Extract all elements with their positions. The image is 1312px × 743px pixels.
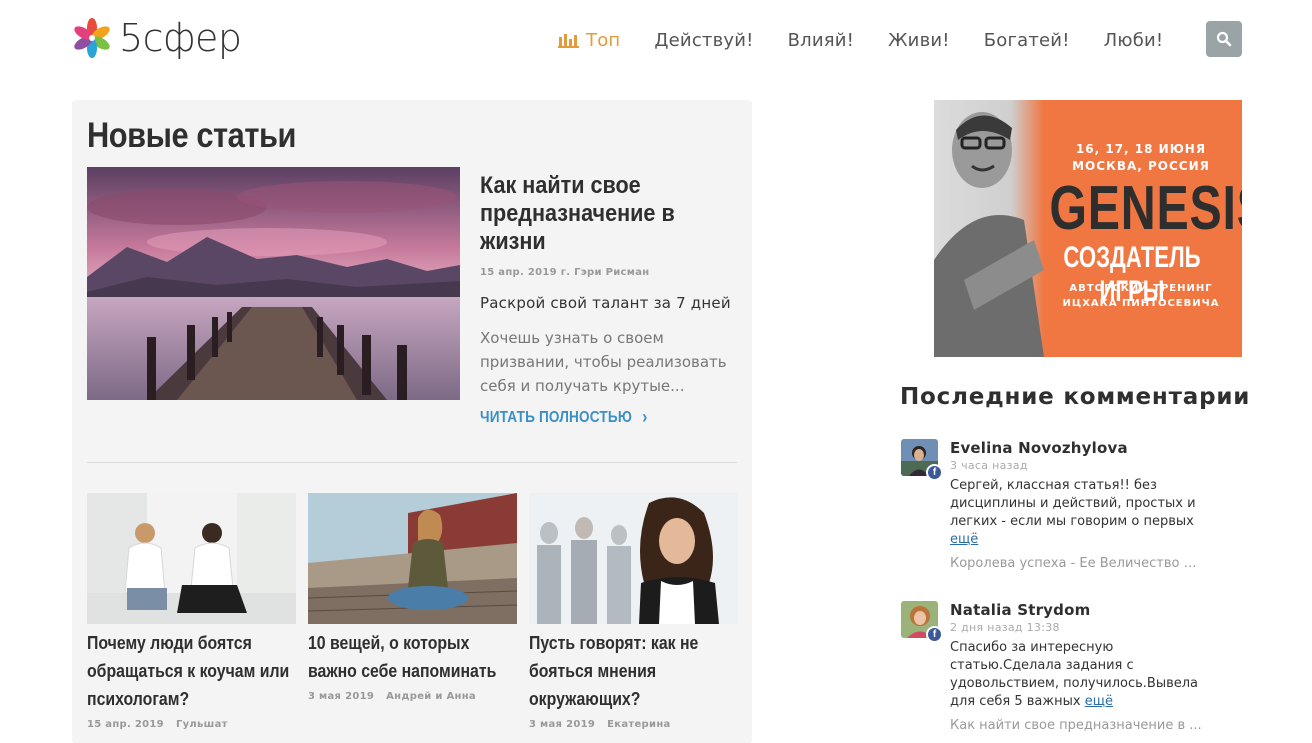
article-card-title[interactable]: Почему люди боятся обращаться к коучам и… <box>87 629 289 713</box>
article-card-meta: 3 мая 2019 Андрей и Анна <box>308 691 517 702</box>
flower-logo-icon <box>74 18 110 58</box>
article-card-date: 15 апр. 2019 <box>87 719 164 730</box>
ad-headline: GENESIS <box>1049 174 1242 243</box>
ad-banner[interactable]: 16, 17, 18 ИЮНЯ МОСКВА, РОССИЯ GENESIS С… <box>934 100 1242 357</box>
chevron-right-icon: › <box>642 407 648 427</box>
nav-item-live[interactable]: Живи! <box>888 30 950 51</box>
nav-item-wealth[interactable]: Богатей! <box>984 30 1070 51</box>
comment-text: Спасибо за интересную статью.Сделала зад… <box>950 639 1212 711</box>
nav-item-influence[interactable]: Влияй! <box>788 30 855 51</box>
comment-source-link[interactable]: Королева успеха - Ее Величество Д... <box>950 556 1202 571</box>
main-nav: Топ Действуй! Влияй! Живи! Богатей! Люби… <box>558 26 1197 54</box>
featured-article-author[interactable]: Гэри Рисман <box>574 267 649 278</box>
comment-text: Сергей, классная статья!! без дисциплины… <box>950 477 1212 549</box>
search-icon <box>1216 31 1232 47</box>
read-more-label: ЧИТАТЬ ПОЛНОСТЬЮ <box>480 408 633 426</box>
article-card-title[interactable]: 10 вещей, о которых важно себе напоминат… <box>308 629 510 685</box>
article-card-author[interactable]: Гульшат <box>176 719 228 730</box>
featured-article-excerpt: Хочешь узнать о своем призвании, чтобы р… <box>480 329 727 395</box>
article-card-date: 3 мая 2019 <box>529 719 596 730</box>
article-card-author[interactable]: Андрей и Анна <box>386 691 476 702</box>
featured-article-meta: 15 апр. 2019 г. Гэри Рисман <box>480 267 649 278</box>
nav-item-act[interactable]: Действуй! <box>654 30 753 51</box>
article-card-image[interactable] <box>529 493 738 624</box>
featured-article-subtitle: Раскрой свой талант за 7 дней <box>480 294 731 312</box>
ad-date: 16, 17, 18 ИЮНЯ МОСКВА, РОССИЯ <box>1046 141 1236 175</box>
site-header: 5сфер Топ Действуй! Влияй! Живи! Богатей… <box>0 0 1312 80</box>
comments-title: Последние комментарии <box>900 384 1251 410</box>
comment-body: Evelina Novozhylova 3 часа назад Сергей,… <box>950 439 1212 571</box>
comment-more-link[interactable]: ещё <box>1085 694 1113 709</box>
comment-author[interactable]: Natalia Strydom <box>950 601 1212 619</box>
article-card-meta: 3 мая 2019 Екатерина <box>529 719 738 730</box>
ad-author: АВТОРСКИЙ ТРЕНИНГ ИЦХАКА ПИНТОСЕВИЧА <box>1046 281 1236 311</box>
comment-source-link[interactable]: Как найти свое предназначение в ... <box>950 718 1202 733</box>
facebook-icon: f <box>926 626 943 643</box>
article-card-title[interactable]: Пусть говорят: как не бояться мнения окр… <box>529 629 731 713</box>
article-card-author[interactable]: Екатерина <box>607 719 670 730</box>
section-title: Новые статьи <box>87 116 296 155</box>
article-card[interactable]: Пусть говорят: как не бояться мнения окр… <box>529 493 738 730</box>
article-card[interactable]: 10 вещей, о которых важно себе напоминат… <box>308 493 517 702</box>
comment-author[interactable]: Evelina Novozhylova <box>950 439 1212 457</box>
bar-chart-icon <box>558 33 579 48</box>
comment-text-body: Сергей, классная статья!! без дисциплины… <box>950 478 1196 529</box>
featured-article-title[interactable]: Как найти свое предназначение в жизни <box>480 172 714 256</box>
article-card-meta: 15 апр. 2019 Гульшат <box>87 719 296 730</box>
comment-more-link[interactable]: ещё <box>950 532 978 547</box>
nav-item-label: Топ <box>586 29 621 51</box>
divider <box>87 462 737 463</box>
featured-article-date: 15 апр. 2019 г. <box>480 267 571 278</box>
facebook-icon: f <box>926 464 943 481</box>
ad-author-name: ИЦХАКА ПИНТОСЕВИЧА <box>1062 298 1220 309</box>
nav-item-top[interactable]: Топ <box>558 30 620 51</box>
article-card[interactable]: Почему люди боятся обращаться к коучам и… <box>87 493 296 730</box>
featured-article-image[interactable] <box>87 167 460 400</box>
ad-location-line: МОСКВА, РОССИЯ <box>1072 159 1210 173</box>
comment-time: 2 дня назад 13:38 <box>950 621 1060 634</box>
new-articles-panel: Новые статьи Как найти свое предназначен… <box>72 100 752 743</box>
article-card-date: 3 мая 2019 <box>308 691 375 702</box>
comment-text-body: Спасибо за интересную статью.Сделала зад… <box>950 640 1199 709</box>
ad-speaker-photo <box>934 100 1044 357</box>
article-card-image[interactable] <box>308 493 517 624</box>
nav-item-love[interactable]: Люби! <box>1104 30 1164 51</box>
search-button[interactable] <box>1206 21 1242 57</box>
ad-date-line: 16, 17, 18 ИЮНЯ <box>1075 142 1207 156</box>
read-more-link[interactable]: ЧИТАТЬ ПОЛНОСТЬЮ › <box>480 407 648 428</box>
ad-author-line: АВТОРСКИЙ ТРЕНИНГ <box>1069 283 1213 294</box>
site-logo[interactable]: 5сфер <box>71 16 242 60</box>
logo-text: 5сфер <box>119 16 242 60</box>
article-card-image[interactable] <box>87 493 296 624</box>
comment-time: 3 часа назад <box>950 459 1028 472</box>
comment-body: Natalia Strydom 2 дня назад 13:38 Спасиб… <box>950 601 1212 733</box>
